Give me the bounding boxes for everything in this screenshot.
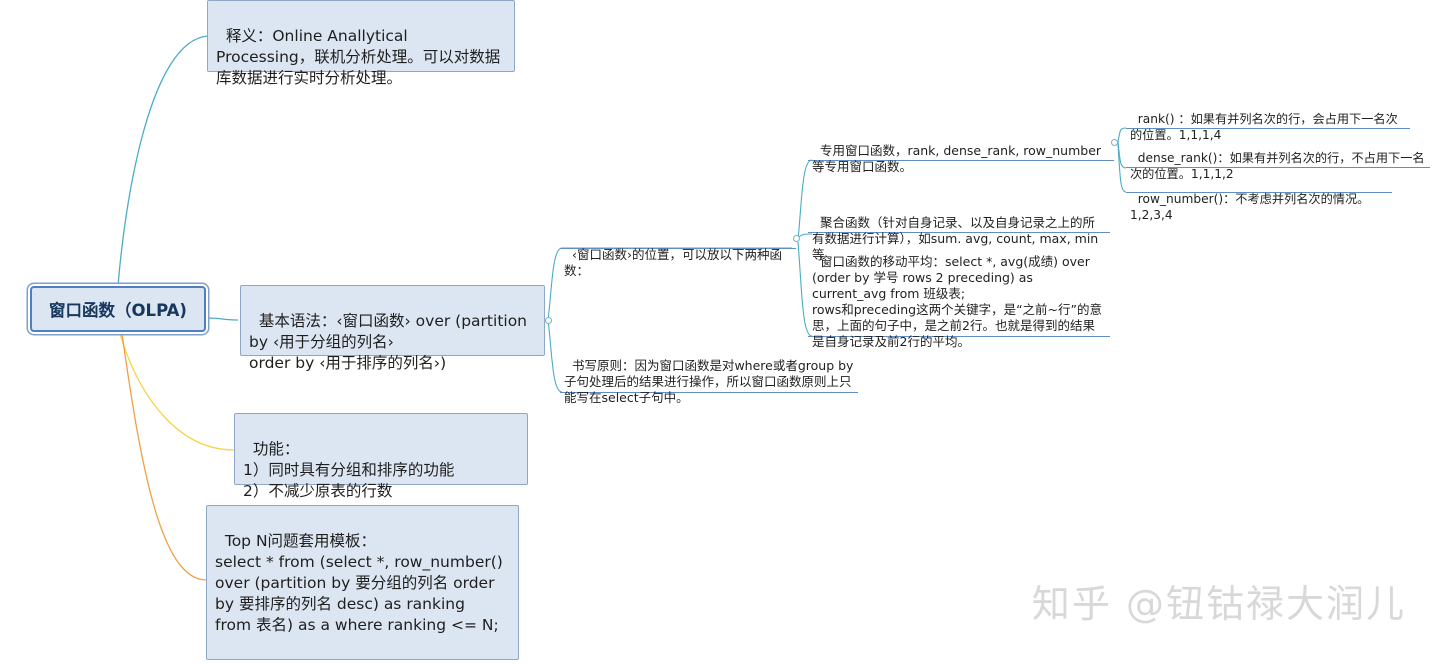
- dense-rank-leaf[interactable]: dense_rank()：如果有并列名次的行，不占用下一名次的位置。1,1,1,…: [1126, 134, 1430, 181]
- aggregate-topic[interactable]: 聚合函数（针对自身记录、以及自身记录之上的所有数据进行计算），如sum. avg…: [808, 199, 1110, 262]
- definition-node[interactable]: 释义：Online Anallytical Processing，联机分析处理。…: [207, 0, 515, 87]
- link-special-rank: [1117, 127, 1127, 143]
- link-root-definition: [117, 35, 209, 287]
- link-special-rownum: [1117, 143, 1127, 193]
- topn-text: Top N问题套用模板： select * from (select *, ro…: [215, 532, 503, 634]
- syntax-node[interactable]: 基本语法：‹窗口函数› over (partition by ‹用于分组的列名›…: [240, 285, 545, 372]
- special-collapse-dot[interactable]: [1111, 139, 1118, 146]
- definition-text: 释义：Online Anallytical Processing，联机分析处理。…: [216, 27, 501, 87]
- row-number-text: row_number()：不考虑并列名次的情况。1,2,3,4: [1130, 192, 1370, 222]
- function-text: 功能： 1）同时具有分组和排序的功能 2）不减少原表的行数: [243, 440, 455, 500]
- moving-avg-text: 窗口函数的移动平均：select *, avg(成绩) over (order …: [812, 254, 1102, 349]
- position-text: ‹窗口函数›的位置，可以放以下两种函数：: [564, 247, 782, 278]
- syntax-text: 基本语法：‹窗口函数› over (partition by ‹用于分组的列名›…: [249, 312, 528, 372]
- position-collapse-dot[interactable]: [793, 235, 800, 242]
- watermark: 知乎 @钮钴禄大润儿: [1031, 582, 1406, 626]
- link-root-syntax: [207, 317, 239, 321]
- root-label: 窗口函数（OLPA): [49, 301, 187, 320]
- writing-rule-text: 书写原则：因为窗口函数是对where或者group by子句处理后的结果进行操作…: [564, 358, 854, 405]
- special-funcs-topic[interactable]: 专用窗口函数，rank, dense_rank, row_number等专用窗口…: [808, 127, 1114, 174]
- syntax-collapse-dot[interactable]: [545, 317, 552, 324]
- link-root-topn: [121, 333, 207, 581]
- topn-node[interactable]: Top N问题套用模板： select * from (select *, ro…: [206, 505, 519, 660]
- moving-avg-topic[interactable]: 窗口函数的移动平均：select *, avg(成绩) over (order …: [808, 238, 1110, 349]
- position-topic[interactable]: ‹窗口函数›的位置，可以放以下两种函数：: [560, 231, 796, 278]
- link-root-function: [119, 333, 235, 451]
- special-funcs-text: 专用窗口函数，rank, dense_rank, row_number等专用窗口…: [812, 143, 1102, 174]
- root-node[interactable]: 窗口函数（OLPA): [30, 286, 206, 332]
- function-node[interactable]: 功能： 1）同时具有分组和排序的功能 2）不减少原表的行数: [234, 413, 528, 500]
- link-special-dense: [1117, 141, 1127, 169]
- row-number-leaf[interactable]: row_number()：不考虑并列名次的情况。1,2,3,4: [1126, 175, 1392, 222]
- rank-leaf[interactable]: rank() ：如果有并列名次的行，会占用下一名次的位置。1,1,1,4: [1126, 95, 1410, 142]
